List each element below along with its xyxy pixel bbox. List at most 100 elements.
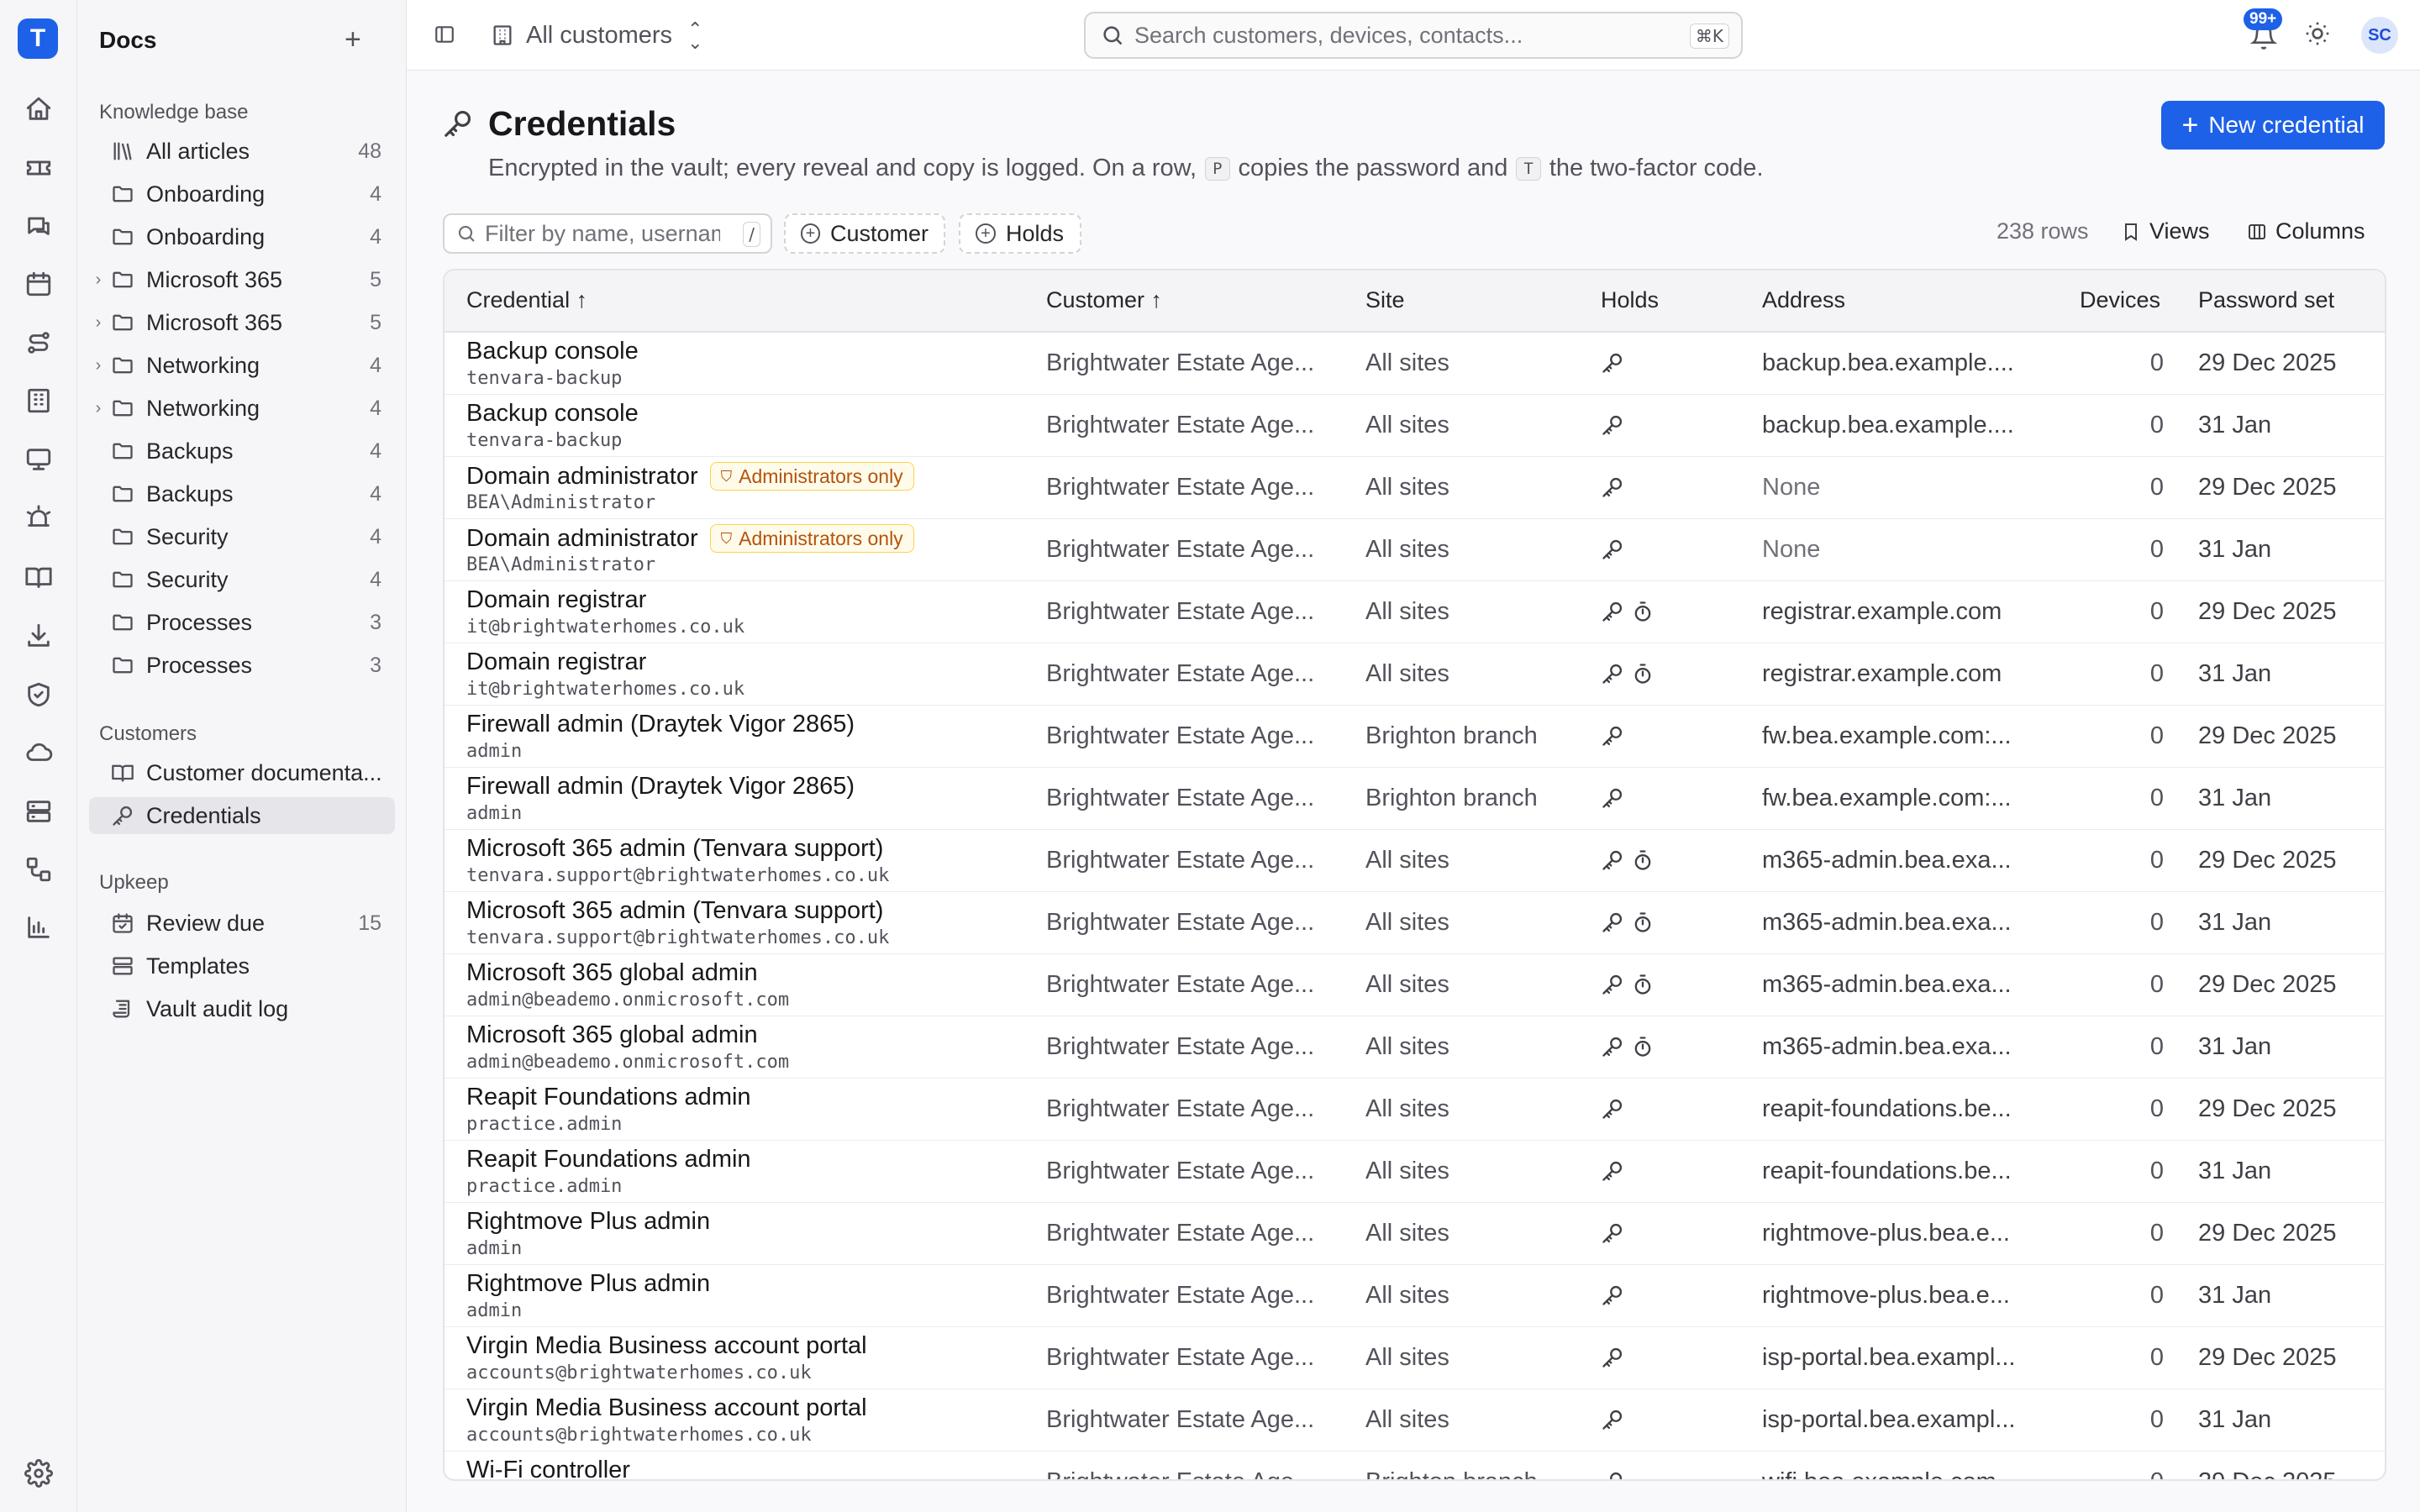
address-cell[interactable]: m365-admin.bea.exa... [1762, 1033, 2012, 1061]
customer-cell[interactable]: Brightwater Estate Age... [1046, 722, 1314, 750]
table-row[interactable]: Wi-Fi controller Brightwater Estate Age..… [445, 1452, 2385, 1479]
table-row[interactable]: Firewall admin (Draytek Vigor 2865) admin… [445, 768, 2385, 830]
holds-filter-chip[interactable]: + Holds [959, 213, 1081, 254]
chevron-right-icon[interactable]: › [89, 270, 108, 290]
customer-cell[interactable]: Brightwater Estate Age... [1046, 971, 1314, 999]
address-cell[interactable]: rightmove-plus.bea.e... [1762, 1282, 2010, 1310]
table-row[interactable]: Domain registrar it@brightwaterhomes.co.u… [445, 643, 2385, 706]
new-credential-button[interactable]: + New credential [2161, 101, 2385, 150]
credential-name[interactable]: Virgin Media Business account portal [466, 1394, 867, 1422]
credential-name[interactable]: Firewall admin (Draytek Vigor 2865) [466, 773, 855, 801]
address-cell[interactable]: backup.bea.example.... [1762, 412, 2014, 439]
sidebar-item-processes[interactable]: Processes 3 [89, 647, 395, 684]
address-cell[interactable]: m365-admin.bea.exa... [1762, 909, 2012, 937]
customer-cell[interactable]: Brightwater Estate Age... [1046, 1095, 1314, 1123]
cloud-icon[interactable] [22, 736, 55, 769]
credential-name[interactable]: Microsoft 365 global admin [466, 1021, 758, 1049]
customer-cell[interactable]: Brightwater Estate Age... [1046, 785, 1314, 812]
sidebar-item-customer-documenta[interactable]: Customer documenta... [89, 754, 395, 791]
customer-filter-chip[interactable]: + Customer [784, 213, 945, 254]
address-cell[interactable]: registrar.example.com [1762, 660, 2002, 688]
table-row[interactable]: Virgin Media Business account portal acco… [445, 1389, 2385, 1452]
download-tray-icon[interactable] [22, 619, 55, 653]
customer-cell[interactable]: Brightwater Estate Age... [1046, 1282, 1314, 1310]
customer-cell[interactable]: Brightwater Estate Age... [1046, 660, 1314, 688]
server-icon[interactable] [22, 795, 55, 828]
address-cell[interactable]: None [1762, 536, 1820, 564]
monitor-icon[interactable] [22, 443, 55, 476]
address-cell[interactable]: reapit-foundations.be... [1762, 1095, 2012, 1123]
sidebar-item-security[interactable]: Security 4 [89, 561, 395, 598]
chevron-right-icon[interactable]: › [89, 399, 108, 418]
sidebar-item-backups[interactable]: Backups 4 [89, 475, 395, 512]
sidebar-item-networking[interactable]: › Networking 4 [89, 347, 395, 384]
table-row[interactable]: Domain registrar it@brightwaterhomes.co.u… [445, 581, 2385, 643]
address-cell[interactable]: reapit-foundations.be... [1762, 1158, 2012, 1185]
sidebar-item-vault-audit-log[interactable]: Vault audit log [89, 990, 395, 1027]
app-logo[interactable]: T [18, 18, 58, 59]
credential-name[interactable]: Wi-Fi controller [466, 1457, 630, 1479]
address-cell[interactable]: rightmove-plus.bea.e... [1762, 1220, 2010, 1247]
building-icon[interactable] [22, 384, 55, 417]
sidebar-item-onboarding[interactable]: Onboarding 4 [89, 218, 395, 255]
sidebar-item-credentials[interactable]: Credentials [89, 797, 395, 834]
customer-cell[interactable]: Brightwater Estate Age... [1046, 412, 1314, 439]
address-cell[interactable]: m365-admin.bea.exa... [1762, 971, 2012, 999]
credential-name[interactable]: Microsoft 365 admin (Tenvara support) [466, 897, 883, 925]
credential-name[interactable]: Microsoft 365 admin (Tenvara support) [466, 835, 883, 863]
customer-cell[interactable]: Brightwater Estate Age... [1046, 1220, 1314, 1247]
theme-sun-icon[interactable] [2304, 20, 2331, 51]
table-row[interactable]: Backup console tenvara-backup Brightwater … [445, 395, 2385, 457]
table-row[interactable]: Microsoft 365 admin (Tenvara support) ten… [445, 892, 2385, 954]
global-search-input[interactable]: Search customers, devices, contacts... ⌘… [1084, 12, 1743, 59]
chevron-right-icon[interactable]: › [89, 356, 108, 375]
table-row[interactable]: Domain administrator ⛉ Administrators only… [445, 519, 2385, 581]
credential-name[interactable]: Microsoft 365 global admin [466, 959, 758, 987]
address-cell[interactable]: isp-portal.bea.exampl... [1762, 1344, 2015, 1372]
credential-name[interactable]: Domain administrator ⛉ Administrators only [466, 462, 914, 491]
customer-cell[interactable]: Brightwater Estate Age... [1046, 536, 1314, 564]
shield-check-icon[interactable] [22, 678, 55, 711]
credential-name[interactable]: Rightmove Plus admin [466, 1208, 710, 1236]
customer-cell[interactable]: Brightwater Estate Age... [1046, 349, 1314, 377]
views-button[interactable]: Views [2121, 218, 2210, 244]
table-row[interactable]: Firewall admin (Draytek Vigor 2865) admin… [445, 706, 2385, 768]
home-icon[interactable] [22, 92, 55, 126]
credential-name[interactable]: Reapit Foundations admin [466, 1146, 751, 1173]
table-row[interactable]: Microsoft 365 global admin admin@beademo.… [445, 954, 2385, 1016]
credential-name[interactable]: Domain administrator ⛉ Administrators only [466, 524, 914, 553]
user-avatar[interactable]: SC [2361, 17, 2398, 54]
address-cell[interactable]: registrar.example.com [1762, 598, 2002, 626]
chevron-right-icon[interactable]: › [89, 313, 108, 333]
address-cell[interactable]: None [1762, 474, 1820, 501]
table-row[interactable]: Rightmove Plus admin admin Brightwater Est… [445, 1265, 2385, 1327]
customer-scope-select[interactable]: All customers ⌃ ⌃ [491, 17, 702, 54]
customer-cell[interactable]: Brightwater Estate Age... [1046, 1468, 1314, 1479]
credential-name[interactable]: Domain registrar [466, 648, 646, 676]
header-holds[interactable]: Holds [1601, 287, 1659, 313]
credential-name[interactable]: Domain registrar [466, 586, 646, 614]
alarm-icon[interactable] [22, 501, 55, 535]
calendar-icon[interactable] [22, 267, 55, 301]
customer-cell[interactable]: Brightwater Estate Age... [1046, 1158, 1314, 1185]
customer-cell[interactable]: Brightwater Estate Age... [1046, 1406, 1314, 1434]
table-row[interactable]: Rightmove Plus admin admin Brightwater Est… [445, 1203, 2385, 1265]
bar-chart-icon[interactable] [22, 911, 55, 944]
table-row[interactable]: Reapit Foundations admin practice.admin Br… [445, 1079, 2385, 1141]
address-cell[interactable]: backup.bea.example.... [1762, 349, 2014, 377]
address-cell[interactable]: fw.bea.example.com:... [1762, 722, 2012, 750]
credential-name[interactable]: Backup console [466, 400, 639, 428]
header-credential[interactable]: Credential ↑ [466, 287, 587, 313]
sidebar-item-backups[interactable]: Backups 4 [89, 433, 395, 470]
columns-button[interactable]: Columns [2247, 218, 2365, 244]
customer-cell[interactable]: Brightwater Estate Age... [1046, 847, 1314, 874]
settings-gear-icon[interactable] [22, 1457, 55, 1490]
sidebar-toggle-icon[interactable] [430, 20, 459, 49]
customer-cell[interactable]: Brightwater Estate Age... [1046, 1344, 1314, 1372]
credential-name[interactable]: Rightmove Plus admin [466, 1270, 710, 1298]
address-cell[interactable]: m365-admin.bea.exa... [1762, 847, 2012, 874]
table-row[interactable]: Microsoft 365 admin (Tenvara support) ten… [445, 830, 2385, 892]
sidebar-item-networking[interactable]: › Networking 4 [89, 390, 395, 427]
credential-name[interactable]: Virgin Media Business account portal [466, 1332, 867, 1360]
chat-icon[interactable] [22, 210, 55, 244]
